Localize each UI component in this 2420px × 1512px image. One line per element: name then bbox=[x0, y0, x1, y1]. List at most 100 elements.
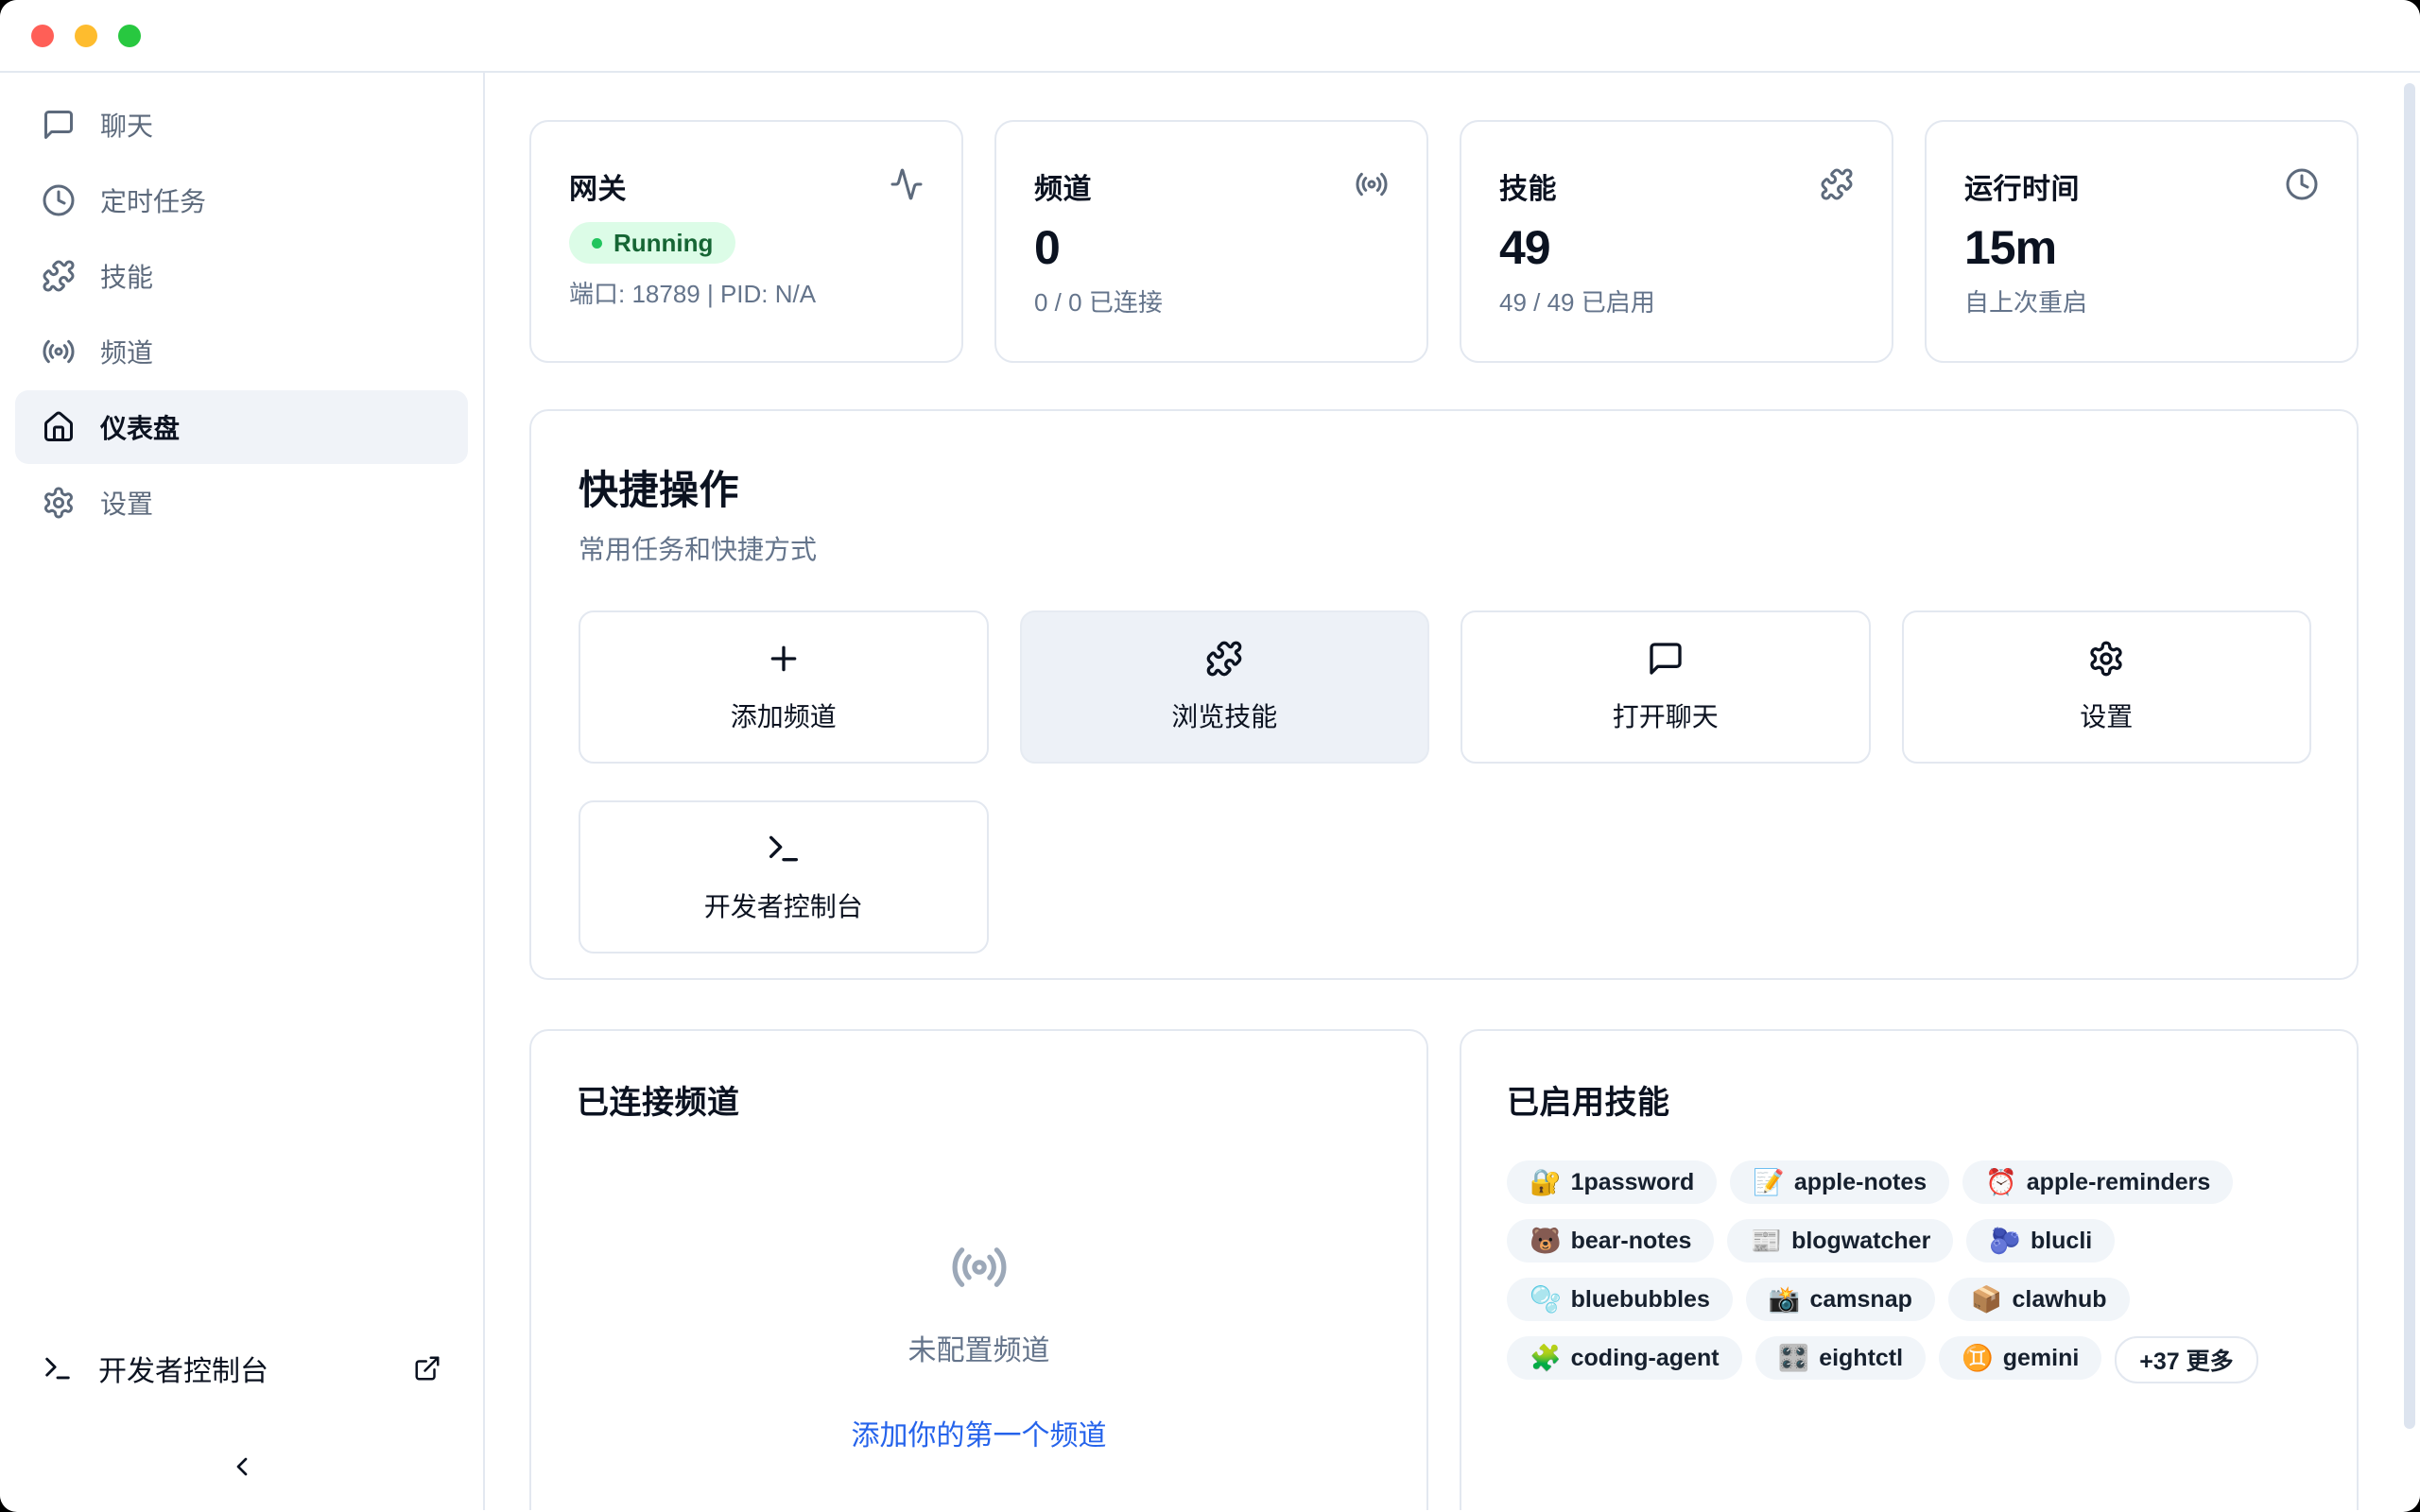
skill-emoji: 📦 bbox=[1971, 1287, 2003, 1313]
external-link-icon[interactable] bbox=[413, 1354, 441, 1383]
titlebar bbox=[0, 0, 2420, 73]
action-add-channel-button[interactable]: 添加频道 bbox=[579, 610, 989, 764]
connected-channels-title: 已连接频道 bbox=[577, 1076, 1381, 1123]
activity-icon bbox=[890, 167, 924, 201]
skill-emoji: 🫐 bbox=[1989, 1228, 2021, 1254]
stat-card-channels: 频道00 / 0 已连接 bbox=[994, 120, 1428, 363]
skill-name: apple-reminders bbox=[2027, 1169, 2211, 1196]
enabled-skills-panel: 已启用技能 🔐1password📝apple-notes⏰apple-remin… bbox=[1460, 1029, 2359, 1510]
skill-name: bear-notes bbox=[1571, 1228, 1692, 1255]
skills-more-pill[interactable]: +37 更多 bbox=[2115, 1336, 2257, 1383]
sidebar-collapse-button[interactable] bbox=[15, 1423, 468, 1510]
stats-row: 网关Running端口: 18789 | PID: N/A频道00 / 0 已连… bbox=[529, 120, 2359, 363]
connected-channels-panel: 已连接频道 未配置频道 添加你的第一个频道 bbox=[529, 1029, 1428, 1510]
stat-value: 0 bbox=[1034, 222, 1389, 274]
chat-icon bbox=[1647, 640, 1685, 678]
skills-pill-list: 🔐1password📝apple-notes⏰apple-reminders🐻b… bbox=[1507, 1160, 2311, 1383]
skill-name: clawhub bbox=[2013, 1286, 2107, 1314]
stat-card-uptime: 运行时间 15m 自上次重启 bbox=[1925, 120, 2359, 363]
sidebar-nav: 聊天定时任务技能频道仪表盘设置 bbox=[15, 88, 468, 1342]
channels-empty-text: 未配置频道 bbox=[908, 1327, 1050, 1368]
sidebar-item-label: 设置 bbox=[100, 484, 153, 522]
skill-pill-coding-agent: 🧩coding-agent bbox=[1507, 1336, 1742, 1380]
gear-icon bbox=[42, 486, 76, 520]
skill-emoji: ♊️ bbox=[1962, 1346, 1994, 1371]
sidebar-item-label: 频道 bbox=[100, 333, 153, 370]
sidebar-item-label: 聊天 bbox=[100, 106, 153, 144]
sidebar: 聊天定时任务技能频道仪表盘设置 开发者控制台 bbox=[0, 73, 485, 1510]
chat-icon bbox=[42, 108, 76, 142]
action-dev-console-button[interactable]: 开发者控制台 bbox=[579, 800, 989, 954]
dev-console-button[interactable]: 开发者控制台 bbox=[15, 1342, 468, 1395]
sidebar-item-dashboard[interactable]: 仪表盘 bbox=[15, 390, 468, 464]
skill-pill-bluebubbles: 🫧bluebubbles bbox=[1507, 1278, 1733, 1321]
terminal-icon bbox=[42, 1352, 74, 1384]
status-dot bbox=[592, 238, 602, 249]
skill-emoji: 🔐 bbox=[1530, 1170, 1562, 1195]
skill-pill-gemini: ♊️ gemini bbox=[1939, 1336, 2101, 1380]
status-badge-label: Running bbox=[614, 229, 713, 258]
skill-emoji: ⏰ bbox=[1985, 1170, 2017, 1195]
action-label: 浏览技能 bbox=[1171, 696, 1277, 734]
puzzle-icon bbox=[1820, 167, 1854, 201]
action-label: 添加频道 bbox=[731, 696, 837, 734]
sidebar-item-channels[interactable]: 频道 bbox=[15, 315, 468, 388]
skill-name: gemini bbox=[2003, 1345, 2080, 1372]
stat-detail: 端口: 18789 | PID: N/A bbox=[569, 275, 924, 310]
action-open-chat-button[interactable]: 打开聊天 bbox=[1461, 610, 1871, 764]
quick-actions-grid: 添加频道 浏览技能 打开聊天设置开发者控制台 bbox=[579, 610, 2311, 954]
skill-name: eightctl bbox=[1819, 1345, 1903, 1372]
sidebar-item-chat[interactable]: 聊天 bbox=[15, 88, 468, 162]
stat-title: 技能 bbox=[1499, 165, 1557, 207]
skill-pill-camsnap: 📸 camsnap bbox=[1746, 1278, 1935, 1321]
sidebar-item-tasks[interactable]: 定时任务 bbox=[15, 163, 468, 237]
main-content: 网关Running端口: 18789 | PID: N/A频道00 / 0 已连… bbox=[485, 73, 2420, 1510]
stat-title: 频道 bbox=[1034, 165, 1092, 207]
zoom-button[interactable] bbox=[118, 25, 141, 47]
skill-emoji: 🫧 bbox=[1530, 1287, 1562, 1313]
close-button[interactable] bbox=[31, 25, 54, 47]
skill-name: camsnap bbox=[1809, 1286, 1911, 1314]
stat-detail: 自上次重启 bbox=[1964, 284, 2319, 318]
stat-title: 运行时间 bbox=[1964, 165, 2080, 207]
home-icon bbox=[42, 410, 76, 444]
stat-card-skills: 技能 49 49 / 49 已启用 bbox=[1460, 120, 1893, 363]
channels-empty-state: 未配置频道 添加你的第一个频道 bbox=[577, 1238, 1381, 1453]
action-label: 设置 bbox=[2080, 696, 2133, 734]
skill-emoji: 📝 bbox=[1753, 1170, 1785, 1195]
plus-icon bbox=[765, 640, 803, 678]
scrollbar-thumb[interactable] bbox=[2404, 83, 2415, 1429]
chevron-left-icon bbox=[227, 1452, 257, 1482]
sidebar-item-label: 定时任务 bbox=[100, 181, 206, 219]
skill-pill-bear-notes: 🐻 bear-notes bbox=[1507, 1219, 1714, 1263]
action-settings-button[interactable]: 设置 bbox=[1902, 610, 2312, 764]
action-label: 开发者控制台 bbox=[704, 886, 863, 924]
app-window: 聊天定时任务技能频道仪表盘设置 开发者控制台 网关Running端口: 1878… bbox=[0, 0, 2420, 1512]
skill-emoji: 📰 bbox=[1750, 1228, 1782, 1254]
dev-console-label: 开发者控制台 bbox=[98, 1348, 268, 1389]
sidebar-item-skills[interactable]: 技能 bbox=[15, 239, 468, 313]
radio-icon bbox=[42, 335, 76, 369]
sidebar-item-settings[interactable]: 设置 bbox=[15, 466, 468, 540]
skill-emoji: 🐻 bbox=[1530, 1228, 1562, 1254]
stat-detail: 49 / 49 已启用 bbox=[1499, 284, 1854, 318]
puzzle-icon bbox=[42, 259, 76, 293]
stat-value: 49 bbox=[1499, 222, 1854, 274]
skill-pill-eightctl: 🎛️ eightctl bbox=[1755, 1336, 1927, 1380]
skill-pill-apple-notes: 📝apple-notes bbox=[1730, 1160, 1949, 1204]
add-first-channel-link[interactable]: 添加你的第一个频道 bbox=[852, 1412, 1107, 1453]
clock-icon bbox=[42, 183, 76, 217]
skill-name: blogwatcher bbox=[1791, 1228, 1930, 1255]
action-browse-skills-button[interactable]: 浏览技能 bbox=[1020, 610, 1430, 764]
terminal-icon bbox=[765, 830, 803, 868]
skill-emoji: 🎛️ bbox=[1778, 1346, 1810, 1371]
stat-card-gateway: 网关Running端口: 18789 | PID: N/A bbox=[529, 120, 963, 363]
status-badge: Running bbox=[569, 222, 735, 264]
gear-icon bbox=[2087, 640, 2125, 678]
skill-emoji: 📸 bbox=[1769, 1287, 1801, 1313]
sidebar-item-label: 技能 bbox=[100, 257, 153, 295]
minimize-button[interactable] bbox=[75, 25, 97, 47]
quick-actions-subtitle: 常用任务和快捷方式 bbox=[579, 529, 2311, 567]
stat-value: 15m bbox=[1964, 222, 2319, 274]
skill-name: blucli bbox=[2031, 1228, 2092, 1255]
